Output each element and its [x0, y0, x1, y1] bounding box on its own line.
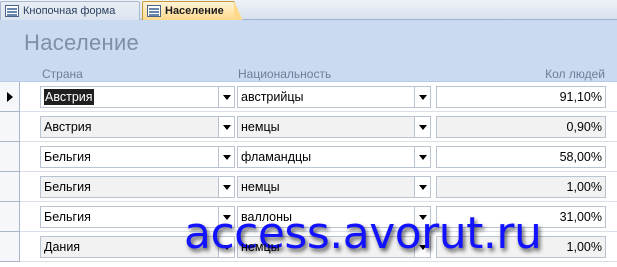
dropdown-arrow-icon[interactable] — [414, 87, 430, 107]
document-tab-bar: Кнопочная форма Население — [0, 0, 617, 21]
form-icon — [5, 5, 19, 17]
dropdown-arrow-icon[interactable] — [414, 177, 430, 197]
record-selector[interactable] — [0, 82, 20, 112]
form-header: Население Страна Национальность Кол люде… — [0, 20, 617, 82]
column-header-nationality: Национальность — [238, 67, 332, 81]
country-value: Бельгия — [44, 150, 91, 164]
form-title: Население — [24, 30, 140, 55]
nationality-combobox[interactable]: австрийцы — [237, 86, 431, 108]
country-combobox[interactable]: Бельгия — [40, 176, 235, 198]
nationality-value: фламандцы — [241, 150, 312, 164]
site-watermark: access.avorut.ru — [184, 208, 542, 259]
country-value: Дания — [44, 240, 81, 254]
record-selector[interactable] — [0, 142, 20, 172]
country-value: Бельгия — [44, 210, 91, 224]
record-row: Бельгия фламандцы 58,00% — [20, 142, 617, 172]
nationality-value: австрийцы — [241, 90, 304, 104]
dropdown-arrow-icon[interactable] — [414, 117, 430, 137]
nationality-combobox[interactable]: немцы — [237, 116, 431, 138]
tab-population[interactable]: Население — [142, 1, 243, 21]
nationality-value: немцы — [241, 240, 280, 254]
record-selector-strip — [0, 82, 20, 267]
tab-label: Население — [165, 5, 224, 17]
country-value: Бельгия — [44, 180, 91, 194]
dropdown-arrow-icon[interactable] — [218, 177, 234, 197]
current-record-pointer-icon — [7, 92, 13, 102]
people-field[interactable]: 0,90% — [436, 116, 606, 138]
tab-label: Кнопочная форма — [23, 5, 116, 17]
country-combobox[interactable]: Бельгия — [40, 146, 235, 168]
people-field[interactable]: 58,00% — [436, 146, 606, 168]
nationality-combobox[interactable]: фламандцы — [237, 146, 431, 168]
people-field[interactable]: 91,10% — [436, 86, 606, 108]
dropdown-arrow-icon[interactable] — [218, 87, 234, 107]
record-selector[interactable] — [0, 202, 20, 232]
record-selector[interactable] — [0, 172, 20, 202]
country-combobox[interactable]: Австрия — [40, 86, 235, 108]
nationality-value: немцы — [241, 180, 280, 194]
country-combobox[interactable]: Австрия — [40, 116, 235, 138]
record-row: Австрия австрийцы 91,10% — [20, 82, 617, 112]
nationality-value: валлоны — [241, 210, 293, 224]
people-field[interactable]: 1,00% — [436, 176, 606, 198]
dropdown-arrow-icon[interactable] — [414, 147, 430, 167]
record-row: Бельгия немцы 1,00% — [20, 172, 617, 202]
country-value: Австрия — [44, 89, 94, 105]
record-selector[interactable] — [0, 112, 20, 142]
dropdown-arrow-icon[interactable] — [218, 117, 234, 137]
country-value: Австрия — [44, 120, 92, 134]
record-selector[interactable] — [0, 232, 20, 262]
nationality-value: немцы — [241, 120, 280, 134]
nationality-combobox[interactable]: немцы — [237, 176, 431, 198]
dropdown-arrow-icon[interactable] — [218, 147, 234, 167]
tab-switchboard-form[interactable]: Кнопочная форма — [0, 1, 140, 20]
column-header-people: Кол людей — [545, 67, 605, 81]
form-icon — [147, 5, 161, 17]
column-header-country: Страна — [42, 67, 83, 81]
record-row: Австрия немцы 0,90% — [20, 112, 617, 142]
